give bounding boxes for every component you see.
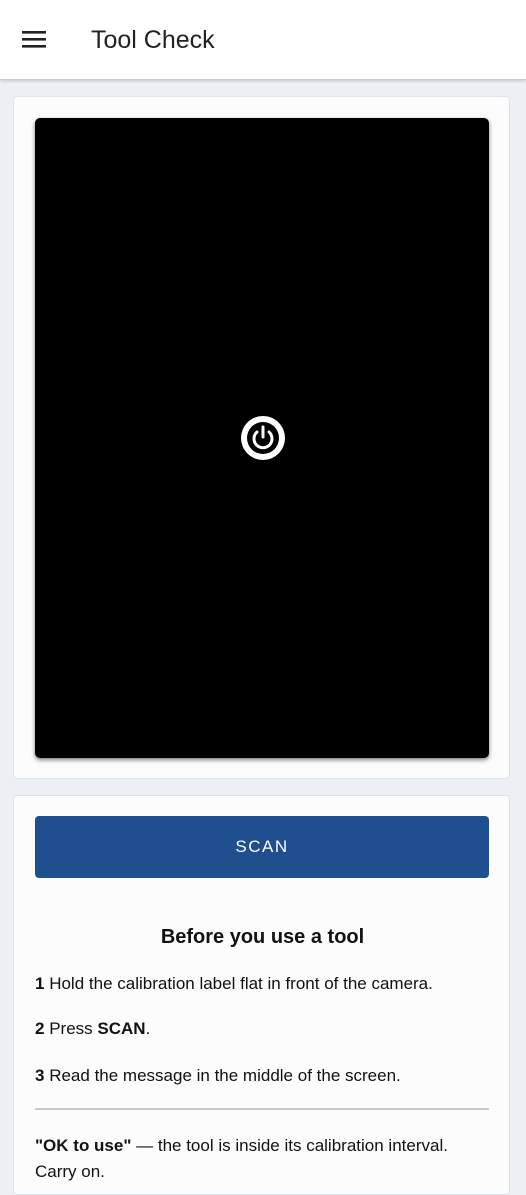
instruction-step-1: 1 Hold the calibration label flat in fro… (35, 973, 495, 995)
step-number: 1 (35, 974, 45, 993)
step-text-end: . (145, 1019, 151, 1038)
result-note: "OK to use" — the tool is inside its cal… (35, 1133, 475, 1185)
app-bar: Tool Check (0, 0, 526, 80)
divider (35, 1108, 489, 1110)
instruction-step-3: 3 Read the message in the middle of the … (35, 1065, 495, 1087)
result-label: "OK to use" (35, 1136, 132, 1155)
scan-button[interactable]: SCAN (35, 816, 489, 878)
camera-card (13, 96, 510, 779)
page-title: Tool Check (91, 26, 215, 54)
step-text: Hold the calibration label flat in front… (49, 974, 433, 993)
instructions-title: Before you use a tool (160, 926, 365, 948)
instructions-card: SCAN Before you use a tool 1 Hold the ca… (13, 795, 510, 1195)
power-icon[interactable] (240, 415, 286, 461)
step-text: Read the message in the middle of the sc… (49, 1066, 401, 1085)
step-text: Press (49, 1019, 98, 1038)
instruction-step-2: 2 Press SCAN. (35, 1018, 495, 1040)
camera-viewport[interactable] (35, 118, 489, 758)
step-number: 2 (35, 1019, 45, 1038)
step-keyword: SCAN (97, 1019, 146, 1038)
step-number: 3 (35, 1066, 45, 1085)
hamburger-menu-icon[interactable] (20, 27, 48, 51)
